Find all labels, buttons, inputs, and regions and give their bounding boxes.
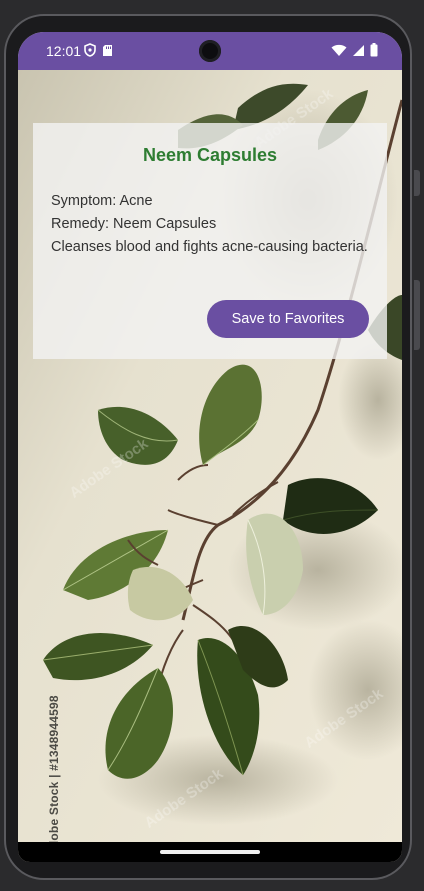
battery-icon — [370, 43, 378, 62]
remedy-description: Cleanses blood and fights acne-causing b… — [51, 239, 368, 255]
shield-icon — [84, 43, 96, 62]
front-camera — [199, 40, 221, 62]
remedy-text: Remedy: Neem Capsules — [51, 216, 217, 232]
status-bar: 12:01 — [18, 32, 402, 70]
remedy-title: Neem Capsules — [142, 145, 278, 165]
status-time: 12:01 — [46, 43, 82, 59]
volume-button — [414, 280, 420, 350]
remedy-card: Neem Capsules Symptom: Acne Remedy: Neem… — [33, 123, 387, 359]
save-to-favorites-button[interactable]: Save to Favorites — [207, 300, 369, 338]
wifi-icon — [331, 44, 347, 62]
sd-card-icon — [102, 44, 113, 62]
home-indicator[interactable] — [160, 850, 260, 854]
navigation-bar — [18, 842, 402, 862]
screen: 12:01 Adobe Stock Adobe Stock Adobe Stoc… — [18, 32, 402, 862]
symptom-text: Symptom: Acne — [51, 193, 153, 209]
power-button — [414, 170, 420, 196]
stock-credit-watermark: Adobe Stock | #1348944598 — [47, 695, 61, 857]
signal-icon — [352, 44, 365, 62]
